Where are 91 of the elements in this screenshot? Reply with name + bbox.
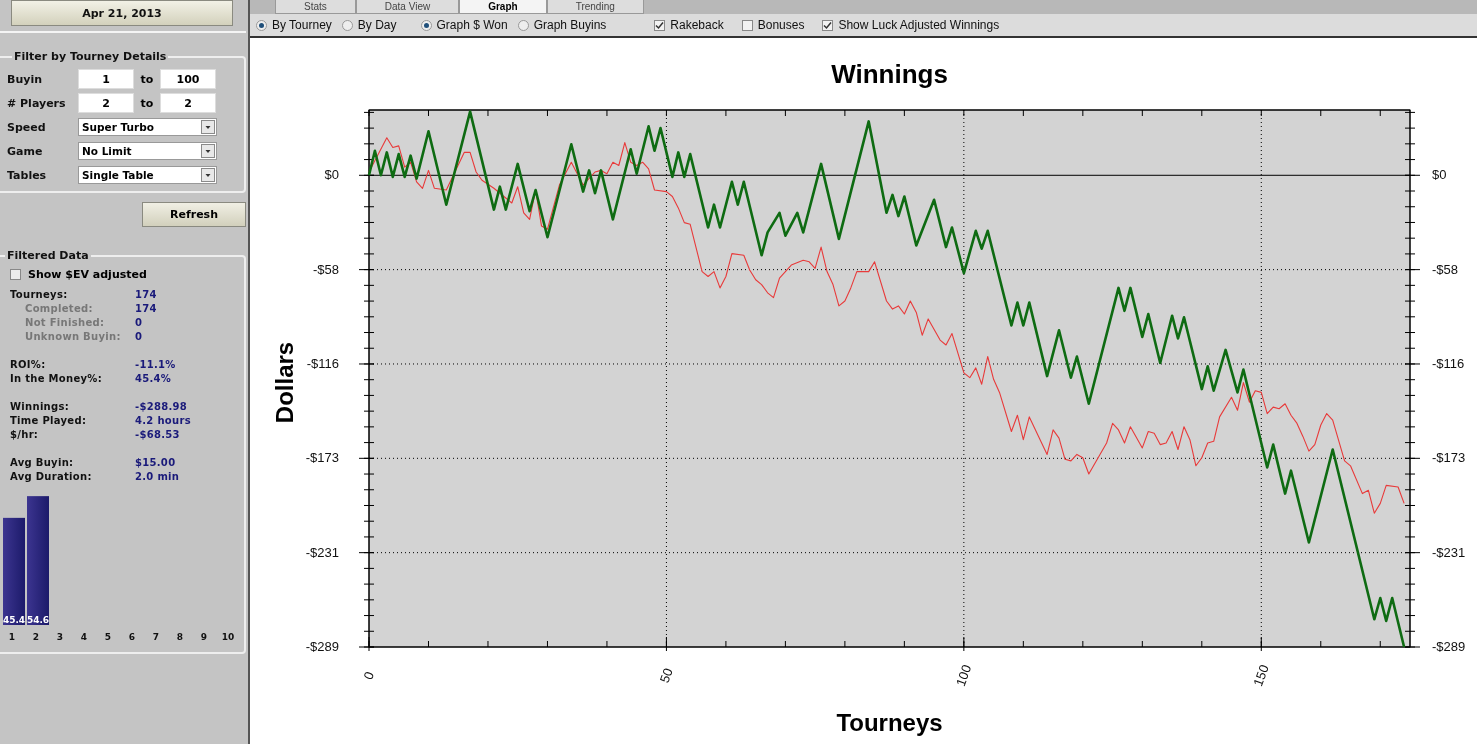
date-button[interactable]: Apr 21, 2013 [11, 0, 233, 26]
dropdown[interactable]: Super Turbo [78, 118, 217, 136]
axis-tick-label: 10 [221, 632, 235, 641]
checkbox[interactable] [822, 19, 834, 31]
stat-value: -$68.53 [135, 429, 180, 442]
field-label: Speed [7, 120, 47, 134]
group-title: Filtered Data [6, 249, 90, 262]
checkbox[interactable] [10, 269, 21, 280]
stat-value: 4.2 hours [135, 415, 191, 428]
radio-button[interactable] [256, 19, 267, 31]
input-field[interactable]: 1 [78, 69, 134, 89]
axis-tick-label: 4 [80, 632, 88, 641]
stat-label: Completed: [24, 303, 94, 316]
axis-tick-label: 50 [656, 666, 676, 685]
radio-label: By Tourney [272, 18, 332, 32]
stat-value: 0 [135, 331, 143, 344]
axis-tick-label: -$116 [306, 355, 339, 371]
stat-value: $15.00 [135, 457, 176, 470]
axis-tick-label: 8 [176, 632, 184, 641]
axis-tick-label: 7 [152, 632, 160, 641]
stat-label: In the Money%: [10, 373, 103, 386]
stat-label: Unknown Buyin: [24, 331, 122, 344]
axis-tick-label: -$231 [1432, 544, 1466, 560]
stat-label: Avg Duration: [10, 471, 93, 484]
field-label: Tables [7, 168, 48, 182]
radio-button[interactable] [341, 19, 353, 31]
field-label: to [139, 72, 155, 86]
checkbox[interactable] [741, 19, 753, 31]
axis-tick-label: 5 [104, 632, 112, 641]
field-label: Game [7, 144, 44, 158]
axis-tick-label: -$173 [1432, 450, 1466, 466]
checkbox[interactable] [654, 19, 666, 31]
group-title: Filter by Tourney Details [13, 50, 168, 63]
stat-label: Tourneys: [10, 289, 69, 302]
axis-tick-label: 100 [952, 662, 975, 689]
radio-label: By Day [357, 18, 397, 32]
stat-value: 45.4% [135, 373, 172, 386]
axis-tick-label: 3 [56, 632, 64, 641]
stat-value: -$288.98 [135, 401, 188, 414]
stat-value: 2.0 min [135, 471, 180, 484]
axis-tick-label: -$58 [312, 261, 339, 277]
axis-tick-label: -$231 [305, 544, 339, 560]
axis-tick-label: -$58 [1432, 261, 1459, 277]
axis-tick-label: 1 [8, 632, 16, 641]
stat-value: -11.1% [135, 359, 176, 372]
field-label: # Players [7, 96, 67, 110]
tab[interactable]: Trending [546, 0, 644, 14]
radio-button[interactable] [420, 19, 432, 31]
axis-title: Dollars [271, 341, 298, 424]
radio-button[interactable] [517, 19, 529, 31]
axis-tick-label: -$116 [1432, 355, 1465, 371]
tab[interactable]: Graph [459, 0, 547, 14]
checkbox-label: Rakeback [670, 18, 724, 32]
axis-tick-label: -$289 [1432, 639, 1466, 654]
bar-value-label: 45.4 [2, 615, 26, 625]
axis-tick-label: 2 [32, 632, 40, 641]
stat-label: Winnings: [10, 401, 71, 414]
dropdown[interactable]: Single Table [78, 166, 217, 184]
chart-title: Winnings [831, 59, 948, 89]
field-label: Buyin [7, 72, 43, 86]
stat-label: Time Played: [10, 415, 88, 428]
axis-tick-label: $0 [1432, 167, 1447, 183]
input-field[interactable]: 2 [160, 93, 216, 113]
axis-tick-label: 0 [360, 669, 378, 682]
stat-value: 174 [135, 289, 157, 302]
axis-tick-label: $0 [324, 167, 339, 183]
stat-label: Not Finished: [24, 317, 106, 330]
input-field[interactable]: 2 [78, 93, 134, 113]
stat-value: 0 [135, 317, 143, 330]
axis-tick-label: 150 [1250, 662, 1272, 689]
axis-tick-label: 6 [128, 632, 136, 641]
input-field[interactable]: 100 [160, 69, 216, 89]
stat-label: $/hr: [10, 429, 40, 442]
stat-label: ROI%: [10, 359, 47, 372]
bar-value-label: 54.6 [26, 615, 50, 625]
dropdown[interactable]: No Limit [78, 142, 217, 160]
tab[interactable]: Stats [275, 0, 356, 14]
stat-label: Avg Buyin: [10, 457, 75, 470]
radio-label: Graph $ Won [436, 18, 508, 32]
checkbox-label: Show Luck Adjusted Winnings [838, 18, 1000, 32]
axis-tick-label: -$173 [305, 450, 339, 466]
checkbox-label: Show $EV adjusted [28, 268, 147, 281]
checkbox-label: Bonuses [757, 18, 805, 32]
tab[interactable]: Data View [355, 0, 460, 14]
field-label: to [139, 96, 155, 110]
axis-title: Tourneys [836, 709, 943, 736]
axis-tick-label: -$289 [305, 639, 339, 654]
stat-value: 174 [135, 303, 157, 316]
radio-label: Graph Buyins [533, 18, 607, 32]
refresh-button[interactable]: Refresh [142, 202, 246, 227]
axis-tick-label: 9 [200, 632, 208, 641]
